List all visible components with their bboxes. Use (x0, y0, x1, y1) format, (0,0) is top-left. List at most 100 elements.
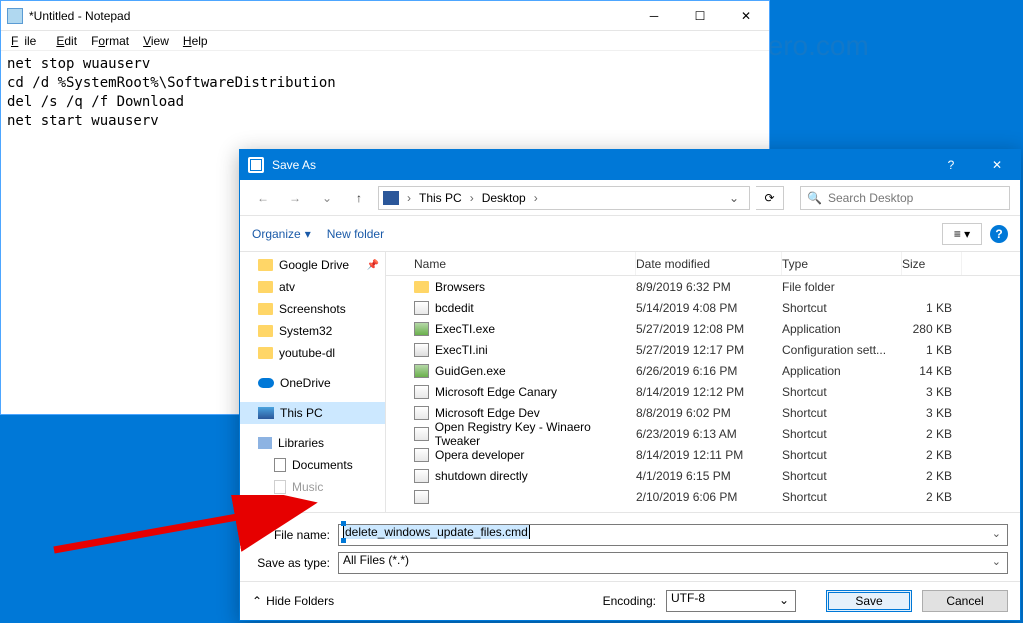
help-icon[interactable]: ? (990, 225, 1008, 243)
organize-button[interactable]: Organize ▾ (252, 227, 311, 241)
saveas-help-button[interactable]: ? (928, 150, 974, 180)
back-button[interactable]: ← (250, 186, 276, 210)
up-button[interactable]: ↑ (346, 186, 372, 210)
minimize-button[interactable]: ─ (631, 1, 677, 31)
nav-item[interactable]: Screenshots (240, 298, 385, 320)
menu-edit[interactable]: Edit (50, 32, 83, 50)
col-name[interactable]: Name (386, 252, 636, 275)
file-type: Shortcut (782, 427, 902, 441)
menu-file[interactable]: File (5, 32, 48, 50)
file-pane: Name Date modified Type Size Browsers 8/9… (386, 252, 1020, 512)
file-date: 6/26/2019 6:16 PM (636, 364, 782, 378)
nav-item[interactable]: OneDrive (240, 372, 385, 394)
file-type: Application (782, 364, 902, 378)
file-icon (414, 301, 429, 315)
file-row[interactable]: Opera developer8/14/2019 12:11 PMShortcu… (386, 444, 1020, 465)
maximize-button[interactable]: ☐ (677, 1, 723, 31)
file-row[interactable]: GuidGen.exe6/26/2019 6:16 PMApplication1… (386, 360, 1020, 381)
nav-item[interactable]: This PC (240, 402, 385, 424)
file-type: Application (782, 322, 902, 336)
file-date: 2/10/2019 6:06 PM (636, 490, 782, 504)
saveas-titlebar[interactable]: Save As ? ✕ (240, 150, 1020, 180)
thispc-icon (383, 191, 399, 205)
file-icon (414, 448, 429, 462)
address-dropdown[interactable]: ⌄ (723, 191, 745, 205)
saveas-toolbar: Organize ▾ New folder ≡ ▾ ? (240, 216, 1020, 252)
saveastype-value: All Files (*.*) (343, 553, 409, 567)
notepad-title: *Untitled - Notepad (29, 9, 631, 23)
notepad-menubar: File Edit Format View Help (1, 31, 769, 51)
saveas-fields: File name: delete_windows_update_files.c… (240, 512, 1020, 581)
close-button[interactable]: ✕ (723, 1, 769, 31)
saveas-close-button[interactable]: ✕ (974, 150, 1020, 180)
menu-format[interactable]: Format (85, 32, 135, 50)
file-date: 4/1/2019 6:15 PM (636, 469, 782, 483)
saveastype-select[interactable]: All Files (*.*) (338, 552, 1008, 574)
chevron-right-icon: › (405, 191, 413, 205)
file-row[interactable]: 2/10/2019 6:06 PMShortcut2 KB (386, 486, 1020, 507)
filename-value: delete_windows_update_files.cmd (343, 525, 530, 539)
saveas-navrow: ← → ⌄ ↑ › This PC › Desktop › ⌄ ⟳ 🔍 Sear… (240, 180, 1020, 216)
nav-item[interactable]: Google Drive📌 (240, 254, 385, 276)
file-date: 8/8/2019 6:02 PM (636, 406, 782, 420)
menu-help[interactable]: Help (177, 32, 214, 50)
file-name: Microsoft Edge Dev (435, 406, 540, 420)
breadcrumb-thispc[interactable]: This PC (415, 189, 466, 207)
file-name: Browsers (435, 280, 485, 294)
file-size: 1 KB (902, 301, 962, 315)
file-row[interactable]: Open Registry Key - Winaero Tweaker6/23/… (386, 423, 1020, 444)
file-row[interactable]: ExecTI.exe5/27/2019 12:08 PMApplication2… (386, 318, 1020, 339)
file-icon (414, 322, 429, 336)
address-bar[interactable]: › This PC › Desktop › ⌄ (378, 186, 750, 210)
encoding-select[interactable]: UTF-8 (666, 590, 796, 612)
file-type: Configuration sett... (782, 343, 902, 357)
file-name: GuidGen.exe (435, 364, 506, 378)
newfolder-button[interactable]: New folder (327, 227, 384, 241)
cancel-button[interactable]: Cancel (922, 590, 1008, 612)
file-icon (414, 469, 429, 483)
file-size: 2 KB (902, 448, 962, 462)
hide-folders-button[interactable]: ⌃ Hide Folders (252, 594, 334, 608)
file-date: 5/14/2019 4:08 PM (636, 301, 782, 315)
saveas-dialog: Save As ? ✕ ← → ⌄ ↑ › This PC › Desktop … (239, 149, 1021, 621)
save-button[interactable]: Save (826, 590, 912, 612)
recent-locations-button[interactable]: ⌄ (314, 186, 340, 210)
forward-button[interactable]: → (282, 186, 308, 210)
file-type: Shortcut (782, 448, 902, 462)
folder-icon (258, 303, 273, 315)
file-date: 8/9/2019 6:32 PM (636, 280, 782, 294)
saveas-title: Save As (272, 158, 928, 172)
nav-item[interactable]: Documents (240, 454, 385, 476)
view-options-button[interactable]: ≡ ▾ (942, 223, 982, 245)
menu-view[interactable]: View (137, 32, 175, 50)
search-placeholder: Search Desktop (828, 191, 913, 205)
file-row[interactable]: ExecTI.ini5/27/2019 12:17 PMConfiguratio… (386, 339, 1020, 360)
file-name: ExecTI.exe (435, 322, 495, 336)
breadcrumb-desktop[interactable]: Desktop (478, 189, 530, 207)
col-size[interactable]: Size (902, 252, 962, 275)
nav-item[interactable]: System32 (240, 320, 385, 342)
file-date: 8/14/2019 12:12 PM (636, 385, 782, 399)
file-row[interactable]: Browsers8/9/2019 6:32 PMFile folder (386, 276, 1020, 297)
file-row[interactable]: Microsoft Edge Canary8/14/2019 12:12 PMS… (386, 381, 1020, 402)
nav-item[interactable]: Libraries (240, 432, 385, 454)
file-type: Shortcut (782, 490, 902, 504)
filename-input[interactable]: delete_windows_update_files.cmd (338, 524, 1008, 546)
file-date: 5/27/2019 12:17 PM (636, 343, 782, 357)
notepad-titlebar[interactable]: *Untitled - Notepad ─ ☐ ✕ (1, 1, 769, 31)
nav-item[interactable]: youtube-dl (240, 342, 385, 364)
file-row[interactable]: bcdedit5/14/2019 4:08 PMShortcut1 KB (386, 297, 1020, 318)
refresh-button[interactable]: ⟳ (756, 186, 784, 210)
file-name: shutdown directly (435, 469, 528, 483)
nav-item[interactable]: atv (240, 276, 385, 298)
folder-icon (258, 281, 273, 293)
nav-item-label: This PC (280, 406, 323, 420)
col-type[interactable]: Type (782, 252, 902, 275)
notepad-editor[interactable]: net stop wuauserv cd /d %SystemRoot%\Sof… (1, 51, 769, 135)
chevron-up-icon: ⌃ (252, 594, 262, 608)
folder-icon (258, 347, 273, 359)
search-input[interactable]: 🔍 Search Desktop (800, 186, 1010, 210)
file-icon (414, 364, 429, 378)
file-row[interactable]: shutdown directly4/1/2019 6:15 PMShortcu… (386, 465, 1020, 486)
col-date[interactable]: Date modified (636, 252, 782, 275)
